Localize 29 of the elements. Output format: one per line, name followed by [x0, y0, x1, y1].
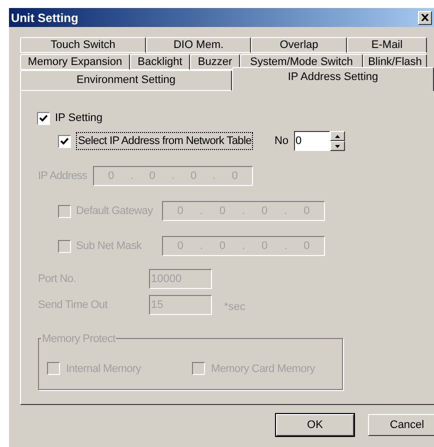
- tab[interactable]: DIO Mem.: [146, 37, 251, 53]
- tab[interactable]: Memory Expansion: [20, 54, 130, 70]
- close-icon[interactable]: [418, 10, 432, 24]
- tab[interactable]: IP Address Setting: [232, 67, 434, 91]
- tab[interactable]: Overlap: [251, 37, 347, 53]
- checkbox[interactable]: [37, 112, 50, 124]
- octet-separator: .: [242, 204, 246, 219]
- tab[interactable]: Buzzer: [190, 54, 240, 70]
- tab[interactable]: E-Mail: [347, 37, 427, 53]
- octet-separator: .: [171, 168, 174, 184]
- tab[interactable]: Backlight: [130, 54, 190, 70]
- checkbox-label: IP Setting: [55, 110, 102, 126]
- octet-separator: .: [130, 168, 134, 184]
- number-field[interactable]: 0: [294, 131, 330, 151]
- octet-separator: .: [200, 204, 203, 219]
- spinner-arrows-icon[interactable]: [330, 131, 344, 151]
- octet-separator: .: [200, 238, 203, 254]
- octet-separator: .: [212, 168, 216, 184]
- octet-separator: .: [242, 238, 246, 254]
- checkbox-label: Select IP Address from Network Table: [76, 132, 254, 150]
- no-label: No: [274, 134, 288, 149]
- window-title: Unit Setting: [11, 10, 78, 26]
- checkbox[interactable]: [58, 134, 71, 148]
- tab[interactable]: Touch Switch: [20, 37, 146, 53]
- octet-separator: .: [284, 204, 288, 219]
- tab[interactable]: Environment Setting: [20, 70, 232, 91]
- dialog-button[interactable]: OK: [276, 414, 354, 436]
- dialog-button[interactable]: Cancel: [368, 414, 434, 436]
- octet-separator: .: [284, 238, 288, 254]
